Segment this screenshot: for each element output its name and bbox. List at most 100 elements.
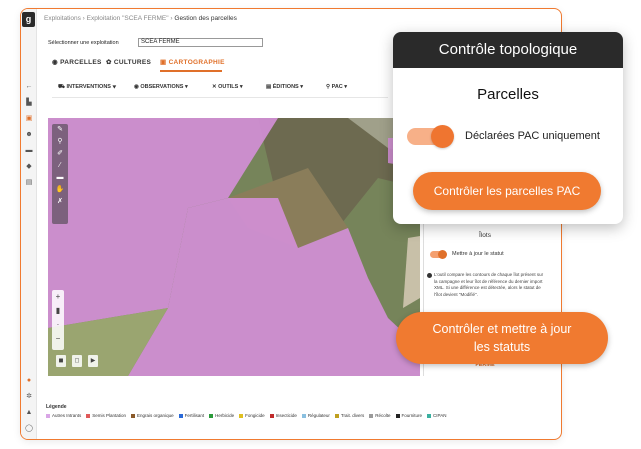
power-icon[interactable]: ◯: [25, 425, 33, 432]
topology-popup: Contrôle topologique Parcelles Déclarées…: [393, 32, 623, 224]
pac-only-toggle[interactable]: [407, 125, 454, 148]
active-tab-indicator: [160, 70, 222, 72]
legend-item: CIPAN: [427, 413, 446, 418]
legend-item-label: Fertilisant: [184, 413, 205, 418]
legend-item: Insecticide: [269, 413, 297, 418]
edit-icon[interactable]: ✐: [52, 148, 68, 160]
legend-item: Trait. divers: [334, 413, 365, 418]
legend-item-label: Insecticide: [275, 413, 297, 418]
inbox-icon[interactable]: ▤: [25, 179, 33, 186]
legend-item: Fertilisant: [178, 413, 205, 418]
app-logo: g: [22, 12, 35, 27]
car-icon[interactable]: ▬: [52, 172, 68, 184]
help-icon[interactable]: ●: [25, 377, 33, 384]
legend-item-label: CIPAN: [433, 413, 447, 418]
truck-icon[interactable]: ▬: [25, 147, 33, 154]
zoom-in-icon[interactable]: +: [52, 290, 64, 304]
interventions-label: INTERVENTIONS: [66, 84, 111, 90]
legend-item-label: Fongicide: [245, 413, 265, 418]
map-draw-tools: ✎ ⚲ ✐ ⁄ ▬ ✋ ✗: [52, 124, 68, 224]
ilots-info-text: L'outil compare les contours de chaque î…: [434, 272, 544, 297]
legend-swatch: [178, 413, 183, 418]
interventions-menu[interactable]: ⛟ INTERVENTIONS ▾: [58, 84, 116, 91]
legend-item-label: Régulateur: [307, 413, 330, 418]
exploitation-select-label: Sélectionner une exploitation: [48, 40, 119, 46]
zoom-icon[interactable]: ⚲: [52, 136, 68, 148]
legend-swatch: [269, 413, 274, 418]
people-icon[interactable]: ☻: [25, 131, 33, 138]
tab-cultures-label: CULTURES: [113, 59, 152, 66]
user-icon[interactable]: ▲: [25, 409, 33, 416]
pac-label: PAC: [331, 84, 343, 90]
legend-swatch: [301, 413, 306, 418]
tab-parcelles-label: PARCELLES: [60, 59, 102, 66]
left-rail: g ← ▙ ▣ ☻ ▬ ◆ ▤ ● ✲ ▲ ◯: [21, 9, 37, 439]
zoom-slider[interactable]: ▮: [52, 304, 64, 318]
info-icon: [427, 273, 432, 278]
legend-item-label: Engrais organique: [137, 413, 174, 418]
map-toolbar: ⛟ INTERVENTIONS ▾ ◉ OBSERVATIONS ▾ ✕ OUT…: [52, 76, 388, 98]
popup-subtitle: Parcelles: [477, 86, 539, 103]
legend-swatch: [239, 413, 244, 418]
map-parcels: [48, 118, 420, 376]
legend-item-label: Herbicide: [215, 413, 235, 418]
legend-item: Autres Intrants: [46, 413, 81, 418]
legend-items: Autres Intrants Semis Plantation Engrais o…: [46, 413, 451, 418]
update-status-toggle[interactable]: [430, 250, 447, 259]
legend: Légende Autres Intrants Semis Plantation E…: [42, 404, 542, 426]
legend-swatch: [395, 413, 400, 418]
legend-item: Semis Plantation: [86, 413, 126, 418]
ilots-title: Îlots: [479, 232, 491, 239]
hand-icon[interactable]: ✋: [52, 184, 68, 196]
breadcrumb-item-1[interactable]: Exploitation "SCEA FERME": [87, 15, 169, 22]
map-canvas[interactable]: [48, 118, 420, 376]
outils-menu[interactable]: ✕ OUTILS ▾: [212, 84, 243, 90]
editions-label: ÉDITIONS: [272, 84, 299, 90]
tab-cartographie[interactable]: ▣ CARTOGRAPHIE: [160, 58, 225, 66]
pencil-icon[interactable]: ✎: [52, 124, 68, 136]
pac-menu[interactable]: ⚲ PAC ▾: [326, 84, 347, 90]
legend-item-label: Semis Plantation: [92, 413, 127, 418]
back-arrow-icon[interactable]: ←: [25, 83, 33, 90]
editions-menu[interactable]: ▤ ÉDITIONS ▾: [266, 84, 303, 90]
pause-icon[interactable]: ◻: [72, 355, 82, 367]
legend-item-label: Trait. divers: [340, 413, 365, 418]
legend-item: Régulateur: [301, 413, 330, 418]
line-icon[interactable]: ⁄: [52, 160, 68, 172]
check-pac-parcels-button[interactable]: Contrôler les parcelles PAC: [413, 172, 601, 210]
tab-parcelles[interactable]: ◉ PARCELLES: [52, 58, 102, 66]
shield-icon[interactable]: ◆: [25, 163, 33, 170]
legend-item: Engrais organique: [131, 413, 174, 418]
outils-label: OUTILS: [218, 84, 239, 90]
check-and-update-status-button[interactable]: Contrôler et mettre à jour les statuts: [396, 312, 608, 364]
update-status-label: Mettre à jour le statut: [452, 251, 504, 257]
legend-swatch: [369, 413, 374, 418]
stop-icon[interactable]: ◼: [56, 355, 66, 367]
legend-item-label: Autres Intrants: [52, 413, 82, 418]
pac-only-label: Déclarées PAC uniquement: [465, 130, 600, 142]
legend-item: Fongicide: [239, 413, 265, 418]
map-icon[interactable]: ▣: [25, 115, 33, 122]
legend-swatch: [131, 413, 136, 418]
legend-swatch: [46, 413, 50, 418]
legend-swatch: [334, 413, 339, 418]
observations-menu[interactable]: ◉ OBSERVATIONS ▾: [134, 84, 188, 90]
callout-line-1: Contrôler et mettre à jour: [432, 322, 572, 336]
zoom-level-icon[interactable]: ·: [52, 318, 64, 332]
zoom-out-icon[interactable]: −: [52, 332, 64, 346]
tab-cartographie-label: CARTOGRAPHIE: [168, 59, 225, 66]
play-icon[interactable]: ▶: [88, 355, 98, 367]
breadcrumb: Exploitations › Exploitation "SCEA FERME…: [44, 15, 237, 22]
legend-item: Fourniture: [395, 413, 423, 418]
exploitation-select[interactable]: SCEA FERME: [138, 38, 263, 47]
breadcrumb-item-0[interactable]: Exploitations: [44, 15, 81, 22]
legend-item-label: Récolte: [375, 413, 391, 418]
legend-item-label: Fourniture: [401, 413, 423, 418]
chart-icon[interactable]: ▙: [25, 99, 33, 106]
legend-item: Récolte: [369, 413, 391, 418]
gear-icon[interactable]: ✲: [25, 393, 33, 400]
legend-item: Herbicide: [209, 413, 234, 418]
tab-cultures[interactable]: ✿ CULTURES: [106, 58, 151, 66]
legend-title: Légende: [46, 404, 67, 410]
wrench-icon[interactable]: ✗: [52, 196, 68, 208]
